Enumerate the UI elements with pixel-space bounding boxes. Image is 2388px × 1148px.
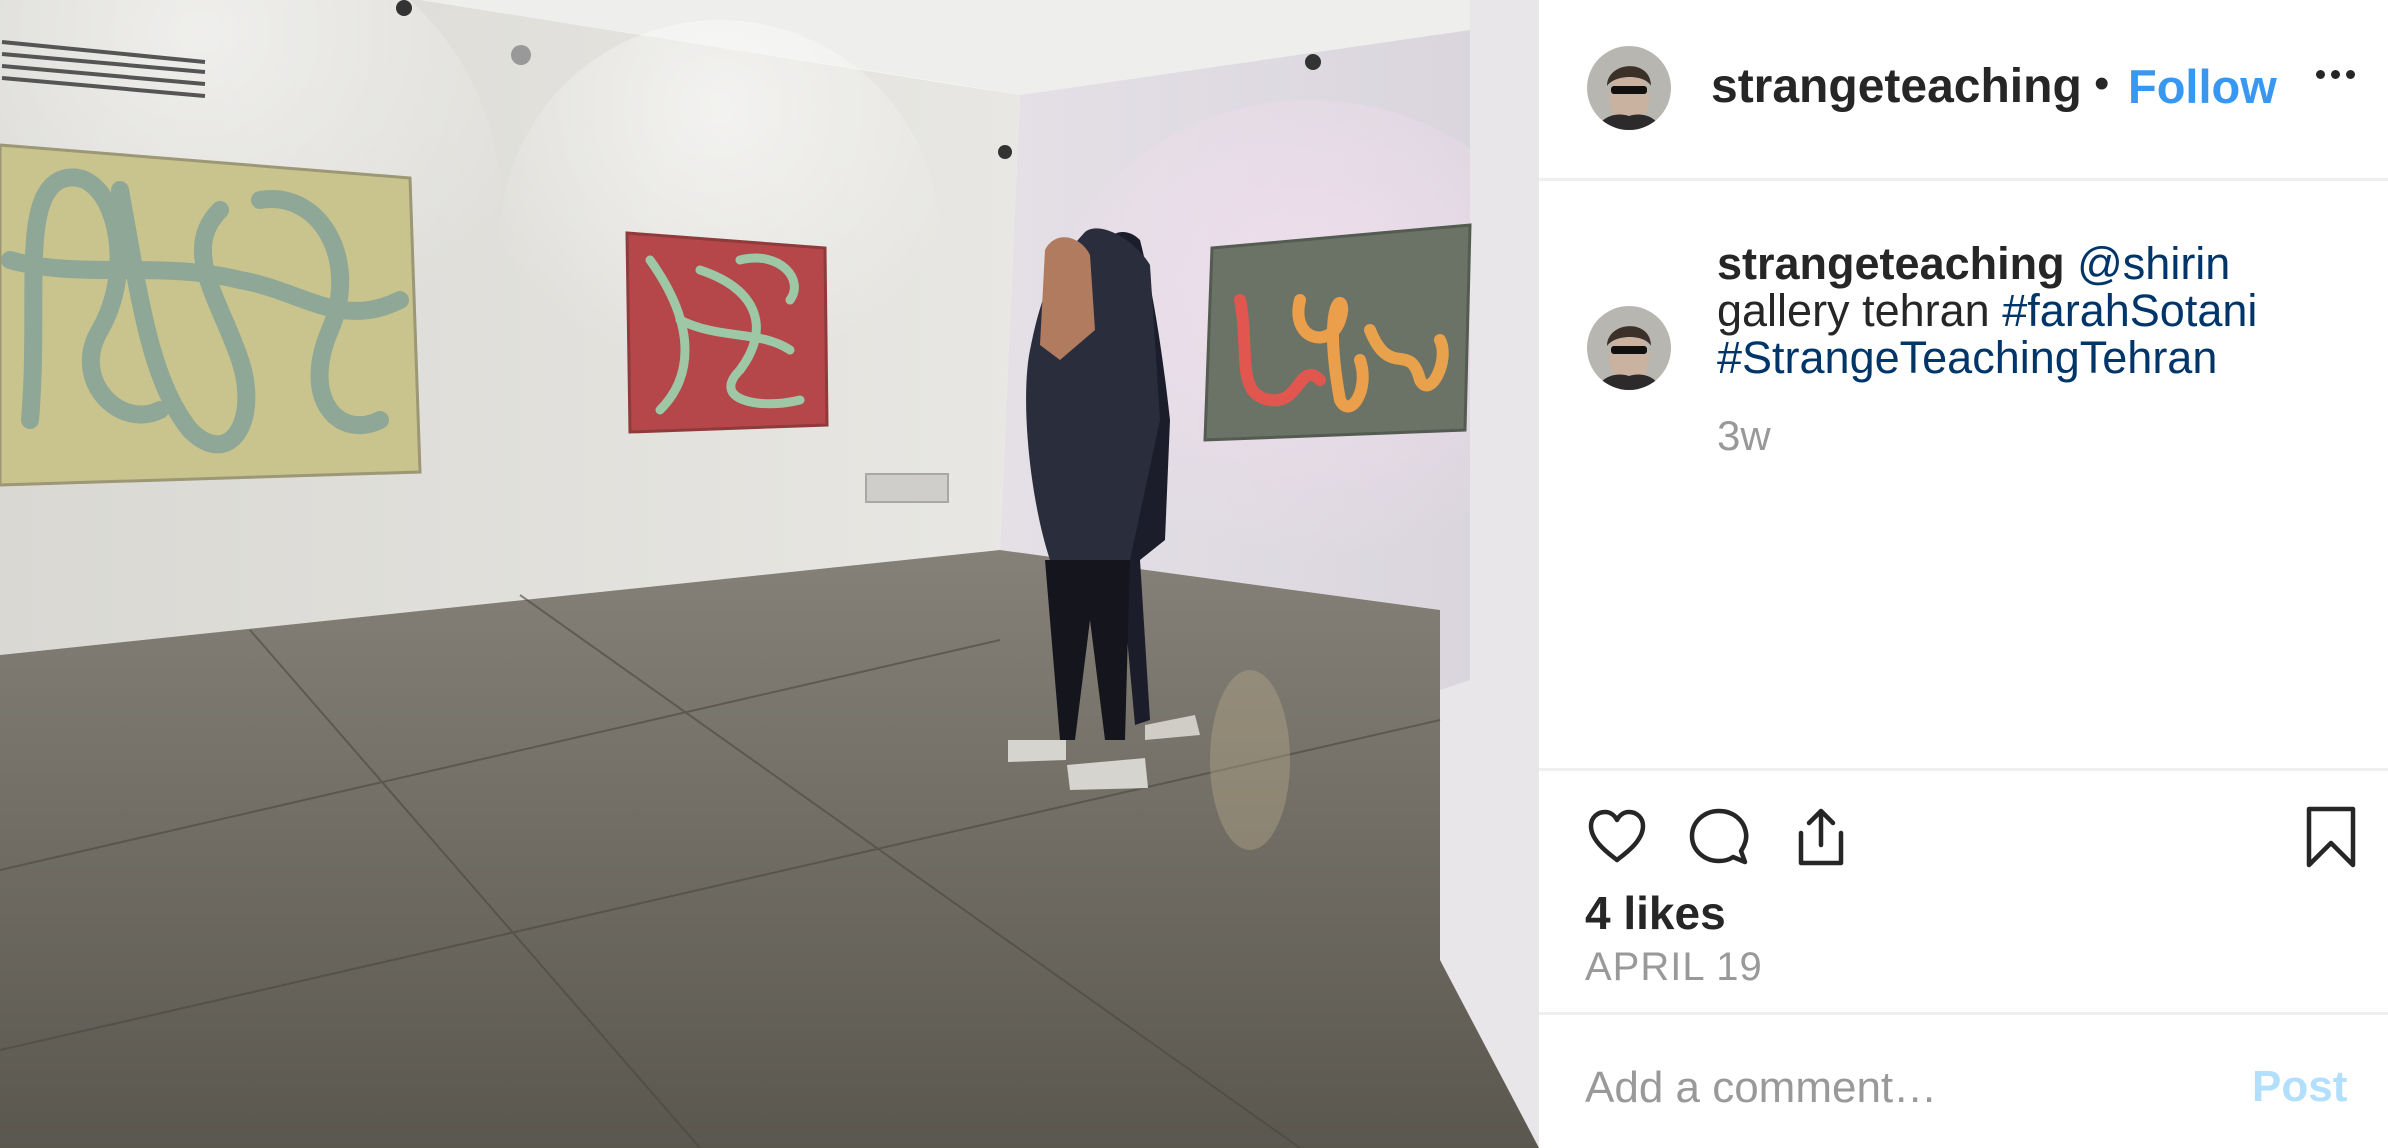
comment-divider — [1539, 1012, 2388, 1015]
caption-time-ago[interactable]: 3w — [1717, 412, 1771, 460]
share-button[interactable] — [1789, 805, 1853, 869]
caption-avatar[interactable] — [1587, 306, 1671, 390]
post-caption: strangeteaching @shirin gallery tehran #… — [1717, 240, 2367, 381]
more-horizontal-icon[interactable] — [2316, 70, 2356, 82]
caption-username[interactable]: strangeteaching — [1717, 238, 2065, 289]
save-button[interactable] — [2299, 805, 2363, 869]
add-comment-input[interactable] — [1585, 1060, 2225, 1116]
gallery-photo-image — [0, 0, 1539, 1148]
bookmark-icon — [2306, 806, 2356, 868]
comment-button[interactable] — [1687, 805, 1751, 869]
caption-hashtag-farahsotani[interactable]: #farahSotani — [2002, 285, 2257, 336]
separator-dot: • — [2094, 59, 2110, 108]
caption-text: gallery tehran — [1717, 285, 1990, 336]
comment-bubble-icon — [1689, 808, 1749, 865]
avatar-icon — [1587, 306, 1671, 390]
caption-hashtag-strangeteachingtehran[interactable]: #StrangeTeachingTehran — [1717, 332, 2217, 383]
header-avatar[interactable] — [1587, 46, 1671, 130]
share-upload-icon — [1798, 808, 1844, 866]
header-username[interactable]: strangeteaching — [1711, 59, 2081, 114]
heart-icon — [1588, 809, 1646, 863]
post-date[interactable]: APRIL 19 — [1585, 945, 1763, 990]
likes-count[interactable]: 4 likes — [1585, 886, 1726, 940]
follow-button[interactable]: Follow — [2128, 59, 2277, 114]
post-comment-button[interactable]: Post — [2252, 1062, 2347, 1112]
like-button[interactable] — [1585, 805, 1649, 869]
avatar-icon — [1587, 46, 1671, 130]
post-photo[interactable] — [0, 0, 1539, 1148]
caption-mention[interactable]: @shirin — [2077, 238, 2230, 289]
post-sidebar: strangeteaching • Follow strangeteaching… — [1539, 0, 2388, 1148]
actions-divider — [1539, 768, 2388, 771]
header-divider — [1539, 178, 2388, 181]
